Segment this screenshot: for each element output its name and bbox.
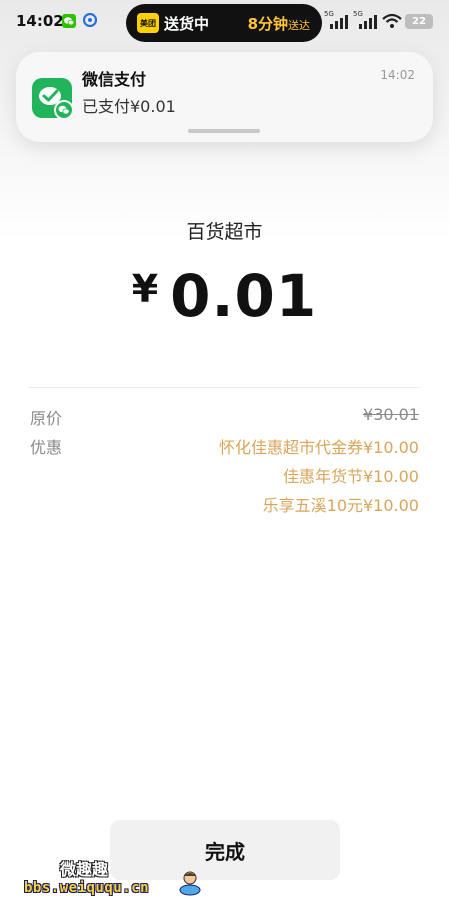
watermark-url: bbs.weiququ.cn [24, 880, 150, 896]
watermark-mascot-icon [179, 871, 201, 896]
amount-value: 0.01 [170, 262, 318, 330]
wechat-badge-icon [54, 100, 74, 120]
wechat-pay-notification[interactable]: 微信支付 已支付¥0.01 14:02 [16, 52, 433, 142]
delivery-live-activity[interactable]: 美团 送货中 8分钟送达 [126, 4, 322, 42]
delivery-eta-suffix: 送达 [288, 19, 310, 32]
app-notification-icon [83, 13, 97, 27]
discount-label: 优惠 [30, 438, 63, 457]
notification-message: 已支付¥0.01 [82, 97, 176, 116]
discount-item: 乐享五溪10元¥10.00 [262, 496, 419, 515]
notification-time: 14:02 [380, 68, 415, 82]
status-indicators: 5G 5G 22 [324, 10, 433, 31]
original-price-label: 原价 [30, 409, 63, 428]
divider [28, 387, 421, 388]
cellular-signal-icon-2: 5G [353, 10, 379, 30]
payment-amount: ¥0.01 [0, 262, 449, 330]
delivery-status: 送货中 [164, 15, 210, 33]
status-bar: 14:02 美团 送货中 8分钟送达 5G 5G 22 [0, 0, 449, 44]
battery-level: 22 [412, 15, 426, 27]
delivery-eta: 8分钟送达 [248, 13, 310, 34]
watermark: 微趣趣 bbs.weiququ.cn [20, 856, 201, 906]
wechat-notification-icon [62, 14, 76, 28]
currency-symbol: ¥ [131, 267, 159, 311]
meituan-logo: 美团 [137, 13, 159, 33]
discount-item: 佳惠年货节¥10.00 [283, 467, 419, 486]
status-time: 14:02 [16, 12, 64, 30]
delivery-eta-value: 8分钟 [247, 15, 288, 33]
merchant-name: 百货超市 [186, 221, 263, 243]
notification-title: 微信支付 [82, 70, 147, 89]
watermark-title: 微趣趣 [60, 860, 109, 879]
original-price-value: ¥30.01 [363, 405, 419, 424]
wifi-icon [382, 13, 402, 28]
battery-icon: 22 [405, 13, 433, 29]
cellular-signal-icon: 5G [324, 10, 350, 30]
discount-item: 怀化佳惠超市代金券¥10.00 [219, 438, 419, 457]
notification-drag-handle[interactable] [188, 129, 260, 133]
